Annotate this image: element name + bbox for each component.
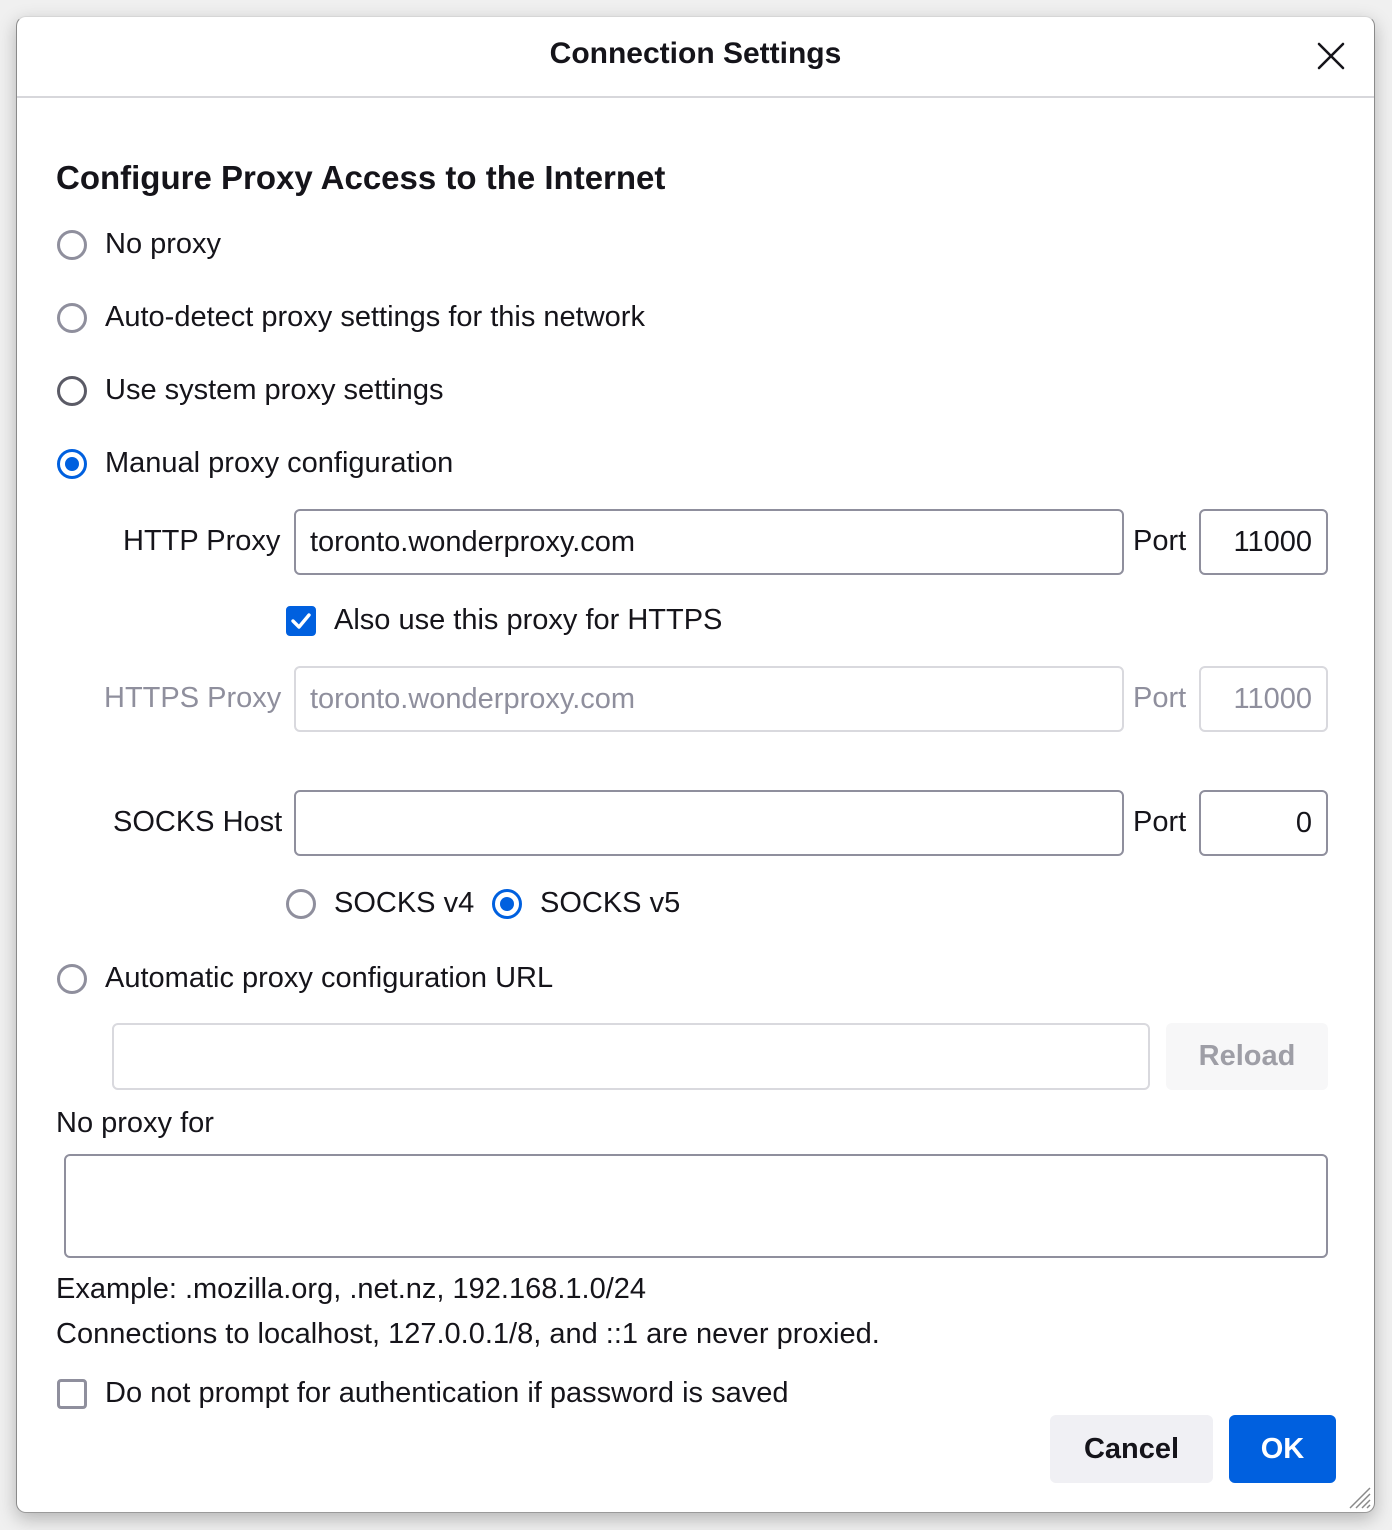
checkmark-icon (291, 613, 311, 629)
resize-grip-icon (1349, 1487, 1371, 1509)
radio-auto-config-url-label[interactable]: Automatic proxy configuration URL (105, 962, 553, 995)
no-proxy-for-label: No proxy for (56, 1107, 214, 1139)
close-button[interactable] (1314, 39, 1348, 73)
https-port-input: 11000 (1199, 666, 1328, 732)
dialog-title: Connection Settings (549, 37, 842, 70)
https-proxy-input: toronto.wonderproxy.com (294, 666, 1124, 732)
radio-socks-v5-label[interactable]: SOCKS v5 (540, 887, 680, 920)
socks-host-input[interactable] (294, 790, 1124, 856)
socks-port-label: Port (1133, 806, 1187, 838)
radio-no-proxy[interactable] (57, 230, 87, 260)
reload-button[interactable]: Reload (1166, 1023, 1328, 1090)
auto-config-url-input[interactable] (112, 1023, 1150, 1090)
https-proxy-label: HTTPS Proxy (104, 682, 282, 714)
no-proxy-for-textarea[interactable] (64, 1154, 1328, 1258)
socks-host-label: SOCKS Host (113, 806, 283, 838)
no-auth-prompt-checkbox[interactable] (57, 1379, 87, 1409)
no-auth-prompt-label[interactable]: Do not prompt for authentication if pass… (105, 1377, 788, 1410)
socks-port-input[interactable]: 0 (1199, 790, 1328, 856)
radio-no-proxy-label[interactable]: No proxy (105, 228, 221, 261)
http-proxy-label: HTTP Proxy (123, 525, 281, 557)
no-proxy-note-text: Connections to localhost, 127.0.0.1/8, a… (56, 1318, 880, 1350)
resize-grip[interactable] (1344, 1482, 1372, 1510)
radio-system-proxy-label[interactable]: Use system proxy settings (105, 374, 443, 407)
also-https-checkbox[interactable] (286, 606, 316, 636)
dialog-titlebar: Connection Settings (17, 17, 1374, 98)
radio-manual-proxy[interactable] (57, 449, 87, 479)
radio-auto-detect-label[interactable]: Auto-detect proxy settings for this netw… (105, 301, 645, 334)
connection-settings-dialog: Connection Settings Configure Proxy Acce… (16, 16, 1375, 1513)
radio-socks-v5[interactable] (492, 889, 522, 919)
radio-socks-v4-label[interactable]: SOCKS v4 (334, 887, 474, 920)
http-port-label: Port (1133, 525, 1187, 557)
radio-manual-proxy-label[interactable]: Manual proxy configuration (105, 447, 453, 480)
radio-system-proxy[interactable] (57, 376, 87, 406)
http-port-input[interactable]: 11000 (1199, 509, 1328, 575)
http-proxy-input[interactable]: toronto.wonderproxy.com (294, 509, 1124, 575)
also-https-label[interactable]: Also use this proxy for HTTPS (334, 604, 722, 637)
https-port-label: Port (1133, 682, 1187, 714)
close-icon (1317, 42, 1345, 70)
radio-auto-detect[interactable] (57, 303, 87, 333)
radio-auto-config-url[interactable] (57, 964, 87, 994)
no-proxy-example-text: Example: .mozilla.org, .net.nz, 192.168.… (56, 1273, 647, 1305)
section-heading: Configure Proxy Access to the Internet (56, 159, 666, 196)
ok-button[interactable]: OK (1229, 1415, 1336, 1483)
radio-socks-v4[interactable] (286, 889, 316, 919)
cancel-button[interactable]: Cancel (1050, 1415, 1213, 1483)
